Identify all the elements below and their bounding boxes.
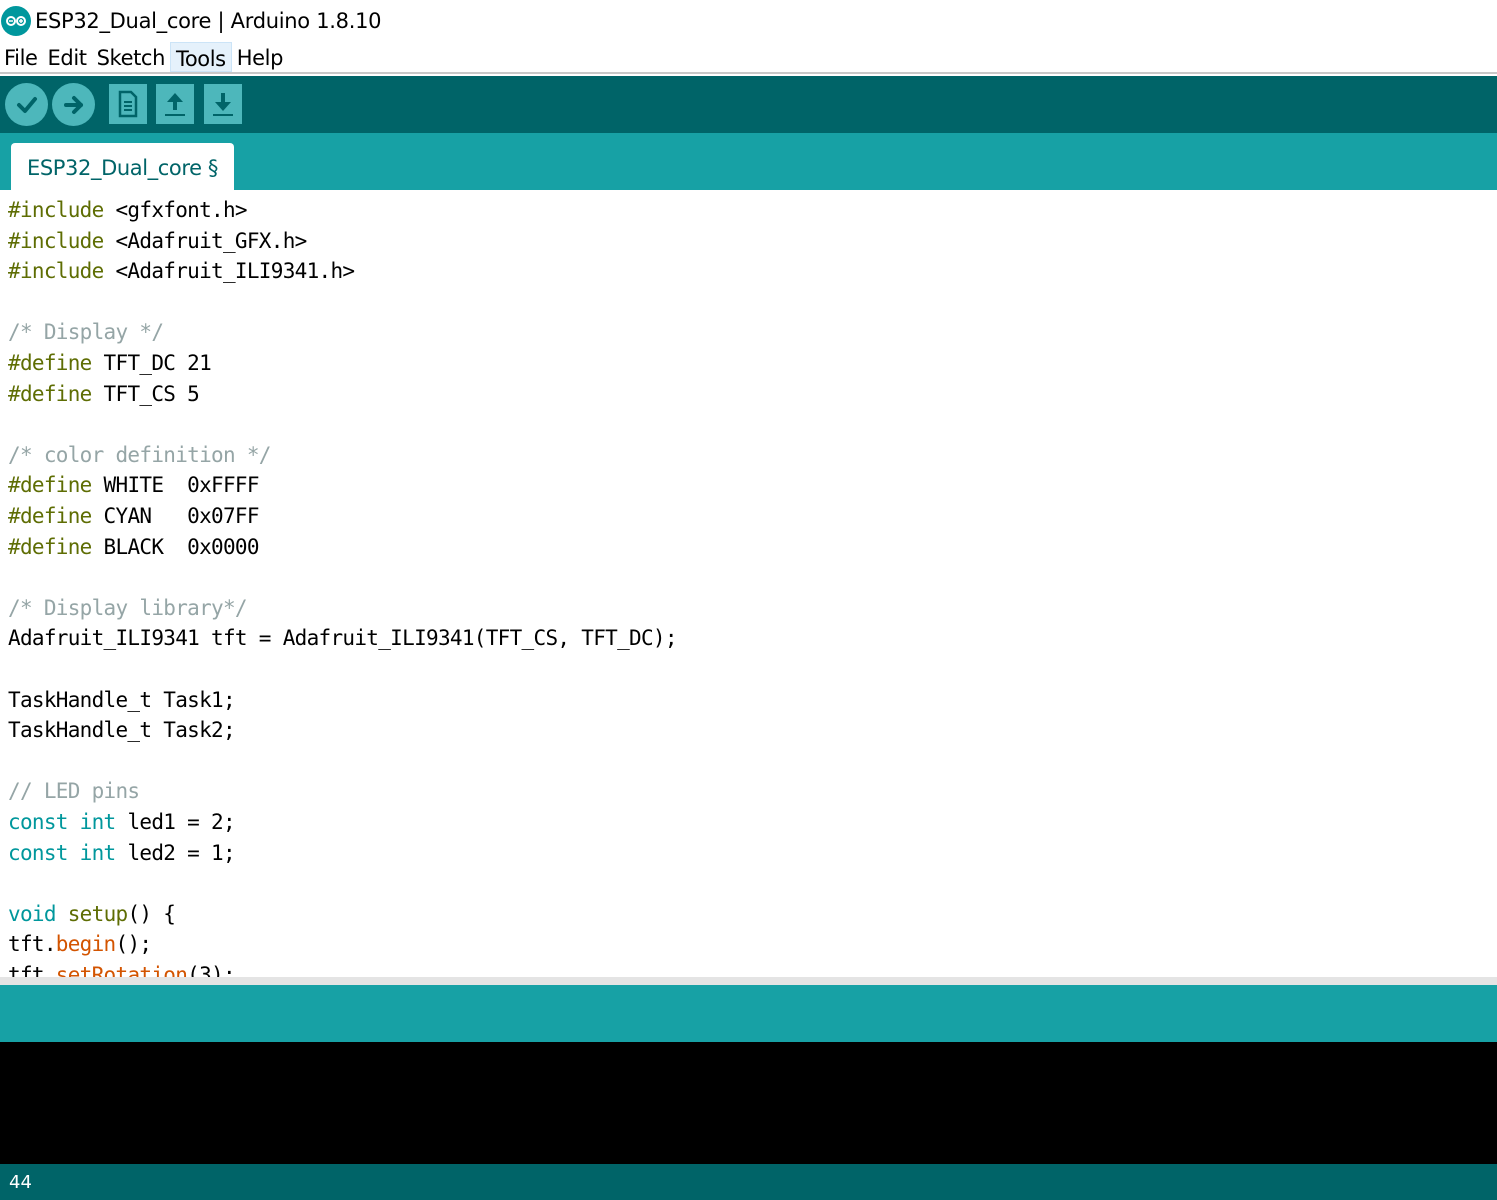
new-button[interactable] [109,84,147,124]
code-token: WHITE 0xFFFF [91,473,260,498]
code-token: TFT_CS 5 [91,381,200,406]
tab-bar: ESP32_Dual_core § [0,133,1497,193]
code-token: /* color definition */ [8,442,271,467]
code-token: const [8,840,68,865]
menu-sketch[interactable]: Sketch [92,42,170,72]
title-bar: ESP32_Dual_core | Arduino 1.8.10 [0,0,1497,42]
save-button[interactable] [204,84,242,124]
code-line: const int led1 = 2; [8,807,236,837]
arrow-up-icon [165,93,185,116]
code-token: CYAN 0x07FF [91,504,260,528]
code-line: // LED pins [8,776,140,806]
code-line: tft.begin(); [8,929,153,959]
tab-esp32-dual-core[interactable]: ESP32_Dual_core § [11,143,234,193]
status-footer: 44 [0,1164,1497,1200]
status-area [0,985,1497,1042]
code-token: tft. [8,963,56,977]
code-line: #define BLACK 0x0000 [8,532,260,562]
code-token: #include [8,228,104,253]
code-line: #define WHITE 0xFFFF [8,470,260,500]
code-token: /* Display */ [8,320,164,345]
code-line: TaskHandle_t Task1; [8,685,236,715]
code-token: tft. [8,932,56,957]
checkmark-icon [16,96,37,113]
code-line: #include <Adafruit_ILI9341.h> [8,256,355,286]
code-editor[interactable]: #include <gfxfont.h> #include <Adafruit_G… [0,190,1497,977]
code-token: void [8,901,56,926]
open-button[interactable] [156,84,194,124]
editor-divider[interactable] [0,977,1497,985]
new-file-icon [118,90,138,118]
code-token: () { [127,901,176,926]
verify-button[interactable] [5,83,48,126]
code-line: /* color definition */ [8,440,271,470]
code-token: TFT_DC 21 [91,351,212,375]
code-token: #define [8,534,92,559]
code-token: const [8,810,68,834]
code-token: #define [8,381,92,406]
window-title: ESP32_Dual_core | Arduino 1.8.10 [35,9,382,33]
code-token: led2 = 1; [115,840,235,865]
menu-tools[interactable]: Tools [169,42,232,72]
code-line: /* Display library*/ [8,593,248,623]
code-token: BLACK 0x0000 [91,534,260,559]
code-token: begin [55,932,116,957]
code-line: void setup() { [8,899,176,929]
code-line: #define TFT_DC 21 [8,348,212,378]
code-line: #include <Adafruit_GFX.h> [8,226,307,256]
code-token: Adafruit_ILI9341 tft = Adafruit_ILI9341(… [8,626,678,651]
code-token: // LED pins [8,779,140,804]
code-token: led1 = 2; [115,810,235,834]
code-line: /* Display */ [8,317,164,347]
code-line: const int led2 = 1; [8,838,236,868]
code-token: <Adafruit_ILI9341.h> [103,259,355,284]
code-token: /* Display library*/ [8,595,248,620]
arduino-infinity-icon [1,6,31,36]
code-token: #define [8,351,92,375]
code-line: #include <gfxfont.h> [8,195,248,225]
upload-button[interactable] [52,83,95,126]
code-line: tft.setRotation(3); [8,960,236,977]
code-token: #include [8,259,104,284]
code-line: TaskHandle_t Task2; [8,715,236,745]
code-token: TaskHandle_t Task1; [8,687,236,712]
code-token: #include [8,198,104,222]
code-line: #define TFT_CS 5 [8,379,200,409]
menu-edit[interactable]: Edit [43,42,92,72]
menu-file[interactable]: File [0,42,43,72]
console-output[interactable] [0,1042,1497,1164]
code-token: TaskHandle_t Task2; [8,718,236,743]
code-token: setRotation [55,963,188,977]
code-token: #define [8,473,92,498]
code-token: int [79,810,117,834]
code-token: int [79,840,117,865]
menu-help[interactable]: Help [232,42,288,72]
code-token: (3); [187,963,235,977]
toolbar [0,76,1497,133]
code-token: (); [115,932,153,957]
menu-bar: File Edit Sketch Tools Help [0,42,1497,74]
arrow-down-icon [213,93,233,116]
code-token: setup [67,901,128,926]
code-token: #define [8,504,92,528]
arrow-right-icon [63,95,83,114]
code-line: #define CYAN 0x07FF [8,501,260,531]
code-line: Adafruit_ILI9341 tft = Adafruit_ILI9341(… [8,623,678,653]
code-token: <Adafruit_GFX.h> [103,228,307,253]
code-token: <gfxfont.h> [103,198,247,222]
line-number: 44 [9,1171,32,1193]
